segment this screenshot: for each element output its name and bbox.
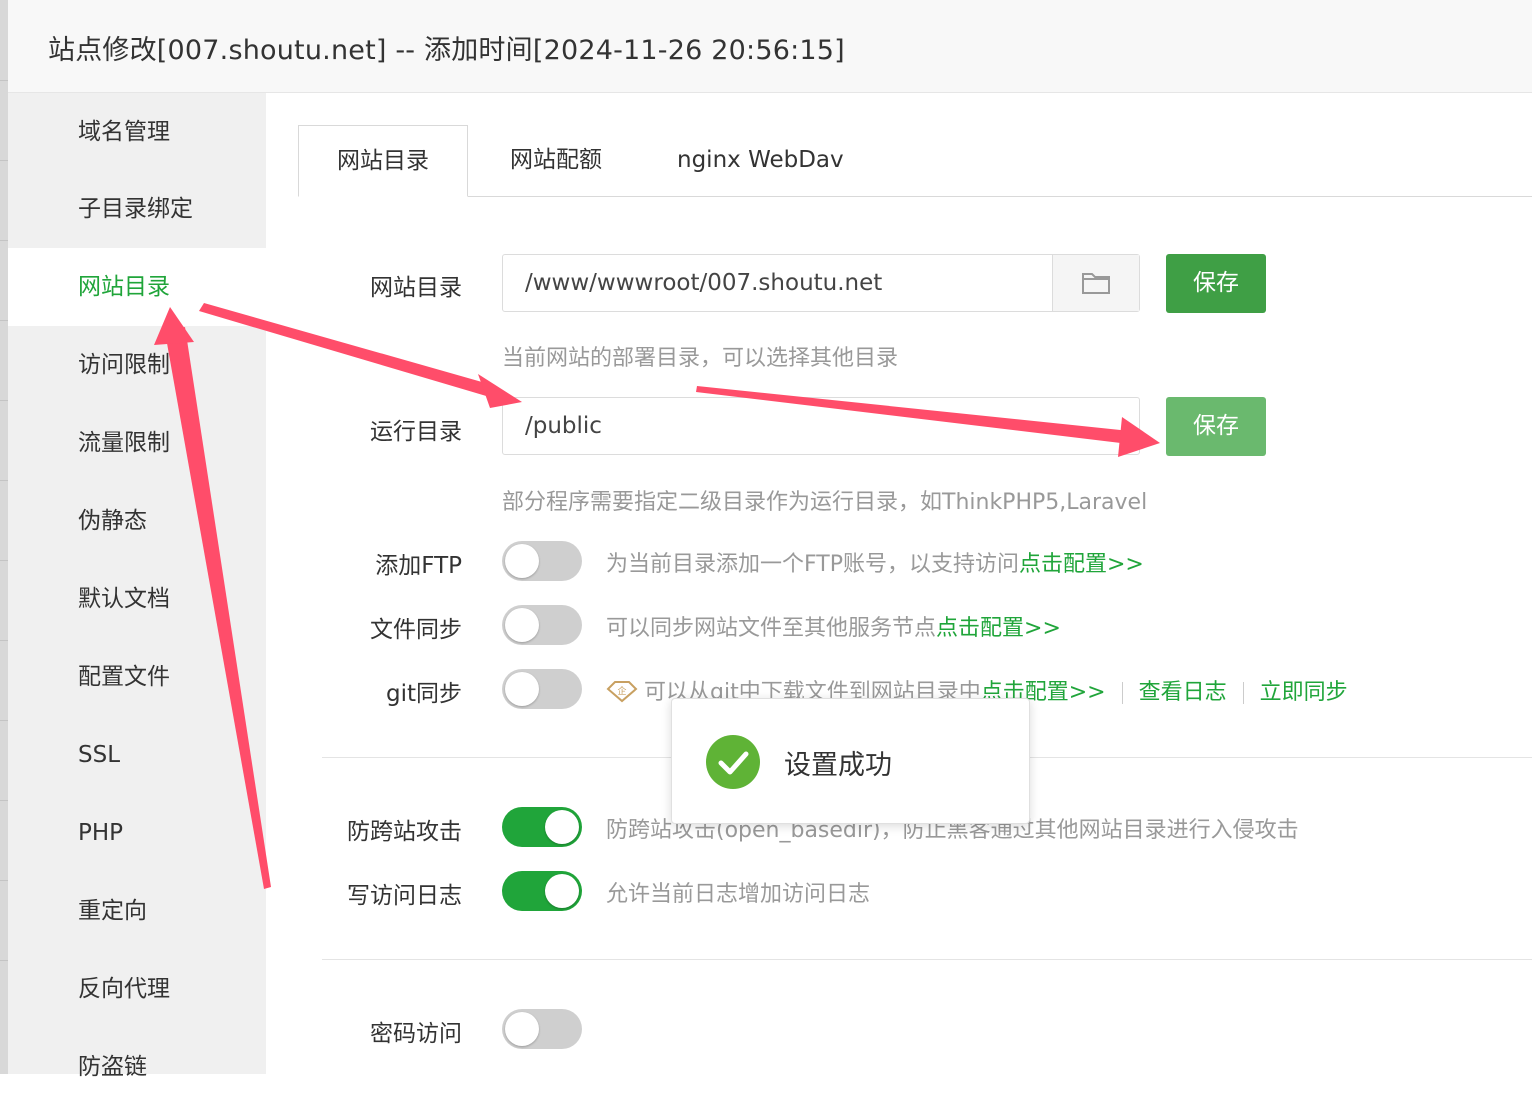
run-dir-value[interactable]: /public xyxy=(525,398,602,454)
enterprise-diamond-icon: 企 xyxy=(606,681,638,703)
sidebar-item-site-directory[interactable]: 网站目录 xyxy=(8,248,266,326)
toggle-knob xyxy=(545,874,579,908)
site-dir-input[interactable]: /www/wwwroot/007.shoutu.net xyxy=(502,254,1140,312)
file-sync-desc: 可以同步网站文件至其他服务节点点击配置>> xyxy=(606,610,1061,642)
git-sync-toggle[interactable] xyxy=(502,669,582,709)
folder-picker-button[interactable] xyxy=(1052,255,1139,311)
toggle-knob xyxy=(505,544,539,578)
background-window-strip xyxy=(0,0,8,1074)
toggle-knob xyxy=(545,810,579,844)
run-dir-label: 运行目录 xyxy=(370,419,462,445)
toggle-knob xyxy=(505,608,539,642)
access-log-toggle[interactable] xyxy=(502,871,582,911)
site-dir-save-button[interactable]: 保存 xyxy=(1166,254,1266,313)
divider xyxy=(1242,682,1244,704)
password-access-toggle[interactable] xyxy=(502,1009,582,1049)
anti-xss-label: 防跨站攻击 xyxy=(347,819,462,845)
success-toast: 设置成功 xyxy=(671,698,1030,824)
sidebar-item-php[interactable]: PHP xyxy=(8,794,266,872)
toast-message: 设置成功 xyxy=(784,750,892,781)
ftp-desc: 为当前目录添加一个FTP账号，以支持访问点击配置>> xyxy=(606,546,1144,578)
file-sync-desc-text: 可以同步网站文件至其他服务节点 xyxy=(606,616,937,641)
file-sync-toggle[interactable] xyxy=(502,605,582,645)
run-dir-hint: 部分程序需要指定二级目录作为运行目录，如ThinkPHP5,Laravel xyxy=(502,490,1148,515)
site-dir-hint: 当前网站的部署目录，可以选择其他目录 xyxy=(502,346,899,371)
ftp-label: 添加FTP xyxy=(375,553,462,579)
dialog-header: 站点修改[007.shoutu.net] -- 添加时间[2024-11-26 … xyxy=(8,0,1532,93)
file-sync-config-link[interactable]: 点击配置>> xyxy=(936,616,1061,641)
tab-site-quota[interactable]: 网站配额 xyxy=(510,125,602,196)
sidebar-item-domain[interactable]: 域名管理 xyxy=(8,93,266,171)
file-sync-label: 文件同步 xyxy=(370,617,462,643)
run-dir-save-button[interactable]: 保存 xyxy=(1166,397,1266,456)
tab-bar: 网站目录 网站配额 nginx WebDav xyxy=(298,125,1532,197)
folder-icon xyxy=(1082,273,1110,294)
access-log-label: 写访问日志 xyxy=(347,883,462,909)
git-sync-label: git同步 xyxy=(385,681,462,707)
ftp-toggle[interactable] xyxy=(502,541,582,581)
site-dir-label: 网站目录 xyxy=(370,275,462,301)
divider xyxy=(1121,682,1123,704)
anti-xss-toggle[interactable] xyxy=(502,807,582,847)
sidebar-item-default-doc[interactable]: 默认文档 xyxy=(8,560,266,638)
toggle-knob xyxy=(505,1012,539,1046)
sidebar-item-subdir-binding[interactable]: 子目录绑定 xyxy=(8,170,266,248)
tab-site-directory[interactable]: 网站目录 xyxy=(298,125,468,197)
sidebar: 域名管理 子目录绑定 网站目录 访问限制 流量限制 伪静态 默认文档 配置文件 … xyxy=(8,93,266,1080)
check-circle-icon xyxy=(706,735,760,789)
sidebar-item-redirect[interactable]: 重定向 xyxy=(8,872,266,950)
dialog-title: 站点修改[007.shoutu.net] -- 添加时间[2024-11-26 … xyxy=(48,35,845,66)
tab-nginx-webdav[interactable]: nginx WebDav xyxy=(677,125,844,196)
sidebar-item-config-file[interactable]: 配置文件 xyxy=(8,638,266,716)
sidebar-item-hotlink[interactable]: 防盗链 xyxy=(8,1028,266,1106)
sidebar-item-traffic-limit[interactable]: 流量限制 xyxy=(8,404,266,482)
run-dir-select[interactable]: /public xyxy=(502,397,1140,455)
git-sync-now-link[interactable]: 立即同步 xyxy=(1260,680,1348,705)
password-access-label: 密码访问 xyxy=(370,1021,462,1047)
sidebar-item-ssl[interactable]: SSL xyxy=(8,716,266,794)
sidebar-item-rewrite[interactable]: 伪静态 xyxy=(8,482,266,560)
section-divider xyxy=(322,959,1532,960)
ftp-desc-text: 为当前目录添加一个FTP账号，以支持访问 xyxy=(606,552,1019,577)
toggle-knob xyxy=(505,672,539,706)
git-view-log-link[interactable]: 查看日志 xyxy=(1139,680,1227,705)
sidebar-item-access-limit[interactable]: 访问限制 xyxy=(8,326,266,404)
svg-text:企: 企 xyxy=(617,685,626,697)
ftp-config-link[interactable]: 点击配置>> xyxy=(1019,552,1144,577)
sidebar-item-reverse-proxy[interactable]: 反向代理 xyxy=(8,950,266,1028)
site-dir-value[interactable]: /www/wwwroot/007.shoutu.net xyxy=(525,255,882,311)
access-log-desc: 允许当前日志增加访问日志 xyxy=(606,882,871,907)
